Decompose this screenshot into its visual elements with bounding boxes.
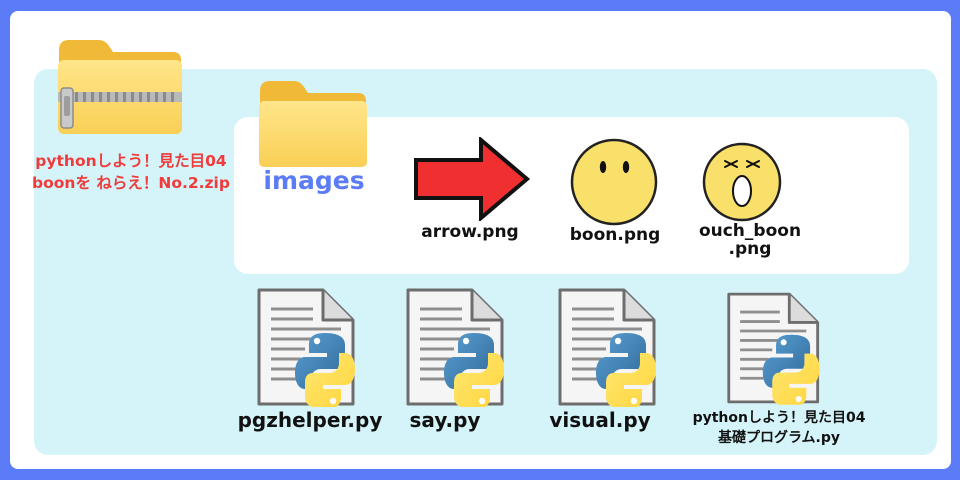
ouch-boon-face-icon[interactable] [701, 141, 783, 227]
zip-file-name: pythonしよう！見た目04 boonを ねらえ！No.2.zip [32, 152, 230, 192]
python-file-icon[interactable] [404, 287, 514, 411]
visual-file-name: visual.py [549, 408, 651, 432]
red-arrow-icon[interactable] [413, 135, 531, 225]
basic-program-file-name: pythonしよう！見た目04 基礎プログラム.py [692, 410, 866, 446]
images-folder-name: images [263, 166, 365, 195]
boon-file-name: boon.png [569, 225, 661, 245]
folder-icon[interactable] [258, 79, 368, 173]
pgzhelper-file-name: pgzhelper.py [237, 408, 383, 432]
python-file-icon[interactable] [556, 287, 666, 411]
arrow-file-name: arrow.png [421, 222, 519, 242]
say-file-name: say.py [409, 408, 481, 432]
boon-face-icon[interactable] [569, 137, 659, 231]
python-file-icon[interactable] [255, 287, 365, 411]
zip-folder-icon[interactable] [55, 36, 185, 142]
ouch-boon-file-name: ouch_boon .png [698, 221, 802, 259]
python-file-icon[interactable] [725, 291, 829, 409]
